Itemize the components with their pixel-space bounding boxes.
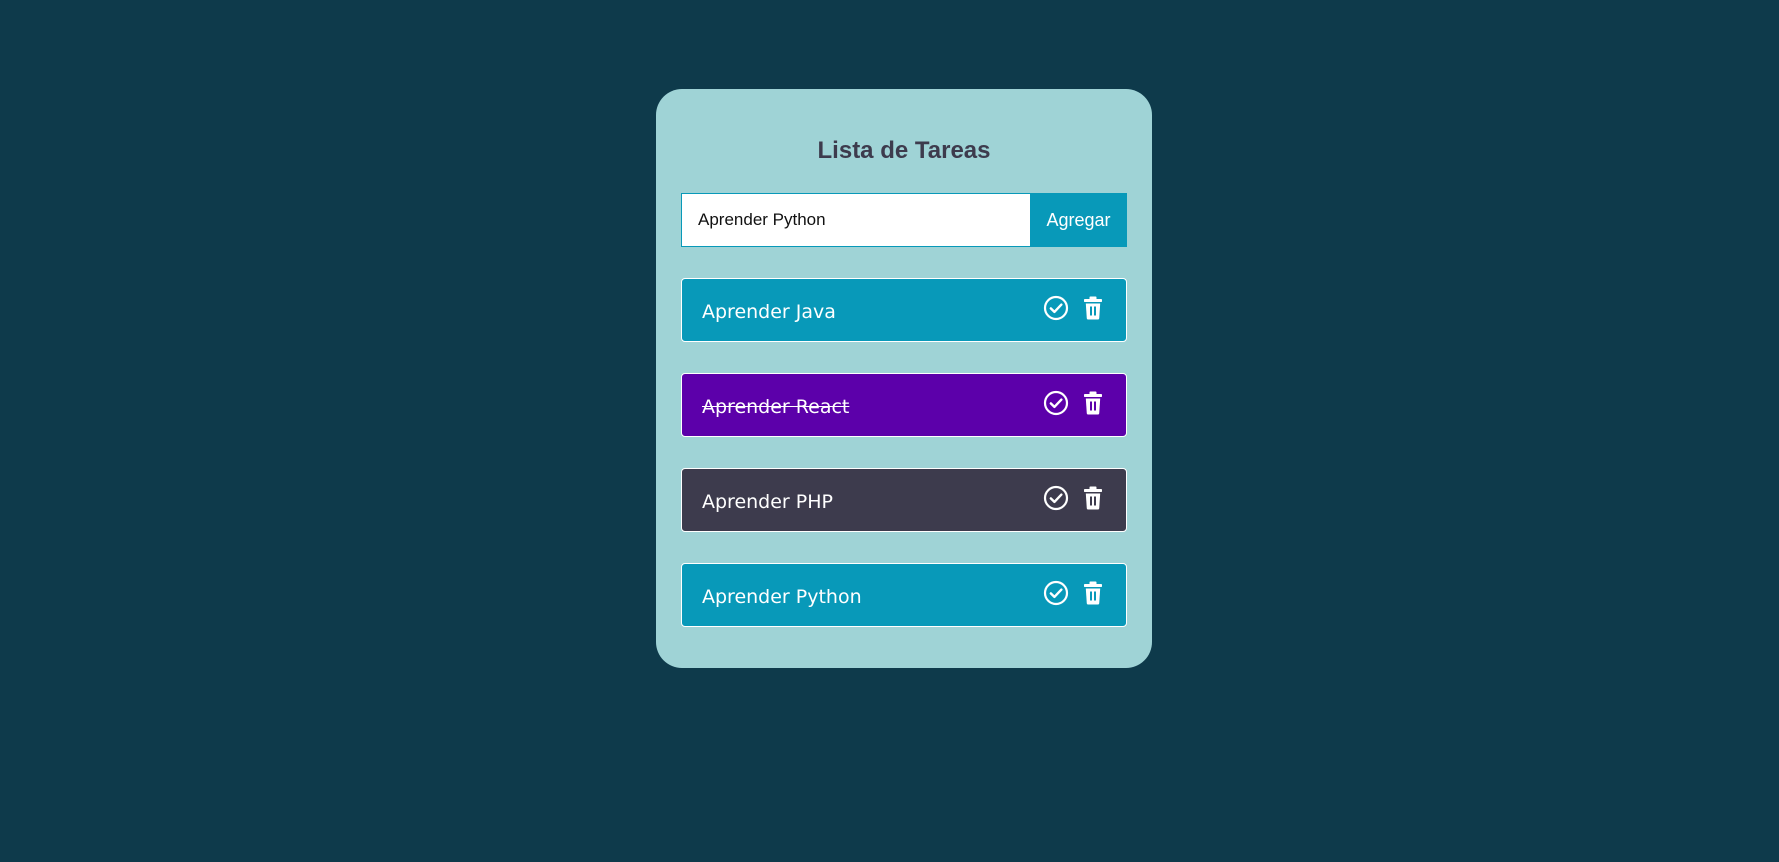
task-item: Aprender Python: [681, 563, 1127, 627]
task-input[interactable]: [681, 193, 1030, 247]
trash-icon[interactable]: [1080, 485, 1106, 511]
task-label: Aprender React: [702, 396, 850, 418]
task-list: Aprender Java Aprender React Aprender PH…: [681, 278, 1127, 658]
task-label: Aprender Java: [702, 301, 836, 323]
todo-card: Lista de Tareas Agregar Aprender Java Ap…: [656, 89, 1152, 668]
task-item: Aprender React: [681, 373, 1127, 437]
task-actions: [1043, 580, 1106, 606]
check-circle-icon[interactable]: [1043, 580, 1069, 606]
task-actions: [1043, 295, 1106, 321]
check-circle-icon[interactable]: [1043, 485, 1069, 511]
add-task-form: Agregar: [681, 193, 1127, 247]
check-circle-icon[interactable]: [1043, 295, 1069, 321]
trash-icon[interactable]: [1080, 580, 1106, 606]
page-title: Lista de Tareas: [817, 137, 991, 164]
check-circle-icon[interactable]: [1043, 390, 1069, 416]
task-item: Aprender Java: [681, 278, 1127, 342]
trash-icon[interactable]: [1080, 295, 1106, 321]
task-actions: [1043, 485, 1106, 511]
task-label: Aprender Python: [702, 586, 862, 608]
task-label: Aprender PHP: [702, 491, 833, 513]
task-actions: [1043, 390, 1106, 416]
trash-icon[interactable]: [1080, 390, 1106, 416]
add-button[interactable]: Agregar: [1030, 193, 1127, 247]
task-item: Aprender PHP: [681, 468, 1127, 532]
